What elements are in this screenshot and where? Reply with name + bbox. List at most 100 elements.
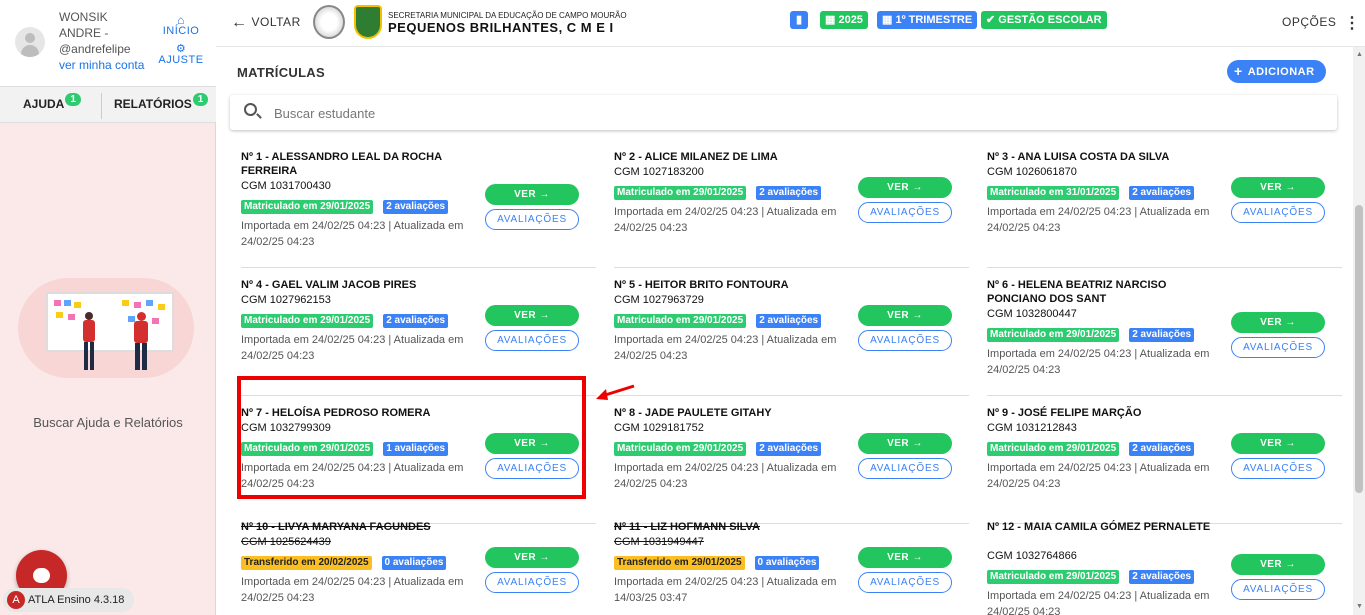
evaluations-button[interactable]: AVALIAÇÕES [858, 202, 952, 223]
management-badge[interactable]: ✔ GESTÃO ESCOLAR [981, 11, 1107, 29]
evaluations-button[interactable]: AVALIAÇÕES [1231, 579, 1325, 600]
version-badge: A ATLA Ensino 4.3.18 [3, 588, 135, 612]
evaluations-badge: 2 avaliações [383, 200, 449, 214]
term-selector[interactable]: ▦ 1º TRIMESTRE [877, 11, 978, 29]
view-button[interactable]: VER → [1231, 433, 1325, 454]
student-cgm: CGM 1032764866 [987, 550, 1077, 562]
tab-badge: 1 [65, 93, 81, 106]
view-button[interactable]: VER → [485, 184, 579, 205]
help-illustration [18, 278, 194, 396]
status-badge: Matriculado em 29/01/2025 [987, 328, 1120, 342]
status-badge: Matriculado em 31/01/2025 [987, 186, 1120, 200]
evaluations-badge: 2 avaliações [1129, 442, 1195, 456]
home-icon: ⌂ [177, 13, 185, 27]
student-card: Nº 5 - HEITOR BRITO FONTOURA CGM 10279637… [614, 278, 969, 396]
school-name: PEQUENOS BRILHANTES, C M E I [388, 20, 614, 35]
avatar[interactable] [15, 27, 45, 57]
view-button[interactable]: VER → [858, 433, 952, 454]
student-card: Nº 11 - LIZ HOFMANN SILVA CGM 1031949447 T… [614, 520, 969, 615]
settings-link[interactable]: ⚙ AJUSTE [158, 43, 204, 67]
home-link[interactable]: ⌂ INÍCIO [158, 13, 204, 37]
arrow-left-icon: ← [231, 14, 248, 31]
view-button[interactable]: VER → [858, 177, 952, 198]
student-info: Importada em 24/02/25 04:23 | Atualizada… [241, 576, 464, 604]
student-name: Nº 2 - ALICE MILANEZ DE LIMA [614, 151, 778, 163]
page-title: MATRÍCULAS [237, 65, 325, 80]
student-name: Nº 12 - MAIA CAMILA GÓMEZ PERNALETE [987, 521, 1211, 533]
evaluations-badge: 2 avaliações [1129, 328, 1195, 342]
student-cgm: CGM 1027963729 [614, 294, 704, 306]
student-cgm: CGM 1031949447 [614, 536, 704, 548]
status-badge: Matriculado em 29/01/2025 [614, 314, 747, 328]
evaluations-badge: 2 avaliações [1129, 186, 1195, 200]
student-cgm: CGM 1027962153 [241, 294, 331, 306]
scrollbar-thumb[interactable] [1355, 205, 1363, 493]
evaluations-button[interactable]: AVALIAÇÕES [485, 330, 579, 351]
student-info: Importada em 24/02/25 04:23 | Atualizada… [614, 206, 837, 234]
atla-logo-icon: A [7, 591, 25, 610]
evaluations-badge: 0 avaliações [381, 556, 447, 570]
evaluations-button[interactable]: AVALIAÇÕES [858, 458, 952, 479]
user-block: WONSIK ANDRE - @andrefelipe ver minha co… [0, 0, 216, 86]
evaluations-button[interactable]: AVALIAÇÕES [858, 572, 952, 593]
evaluations-button[interactable]: AVALIAÇÕES [485, 572, 579, 593]
student-card: Nº 2 - ALICE MILANEZ DE LIMA CGM 10271832… [614, 150, 969, 268]
chart-icon[interactable]: ▮ [790, 11, 808, 29]
evaluations-badge: 2 avaliações [756, 186, 822, 200]
view-button[interactable]: VER → [1231, 312, 1325, 333]
gear-icon: ⚙ [175, 43, 187, 55]
kebab-menu-icon[interactable]: ⋮ [1344, 13, 1360, 33]
evaluations-badge: 2 avaliações [756, 314, 822, 328]
student-name: Nº 5 - HEITOR BRITO FONTOURA [614, 279, 789, 291]
sidebar: WONSIK ANDRE - @andrefelipe ver minha co… [0, 0, 216, 615]
evaluations-button[interactable]: AVALIAÇÕES [1231, 202, 1325, 223]
plus-icon: + [1234, 63, 1243, 79]
evaluations-button[interactable]: AVALIAÇÕES [1231, 337, 1325, 358]
view-button[interactable]: VER → [1231, 554, 1325, 575]
evaluations-badge: 0 avaliações [754, 556, 820, 570]
student-info: Importada em 24/02/25 04:23 | Atualizada… [614, 576, 837, 604]
view-button[interactable]: VER → [485, 305, 579, 326]
help-text[interactable]: Buscar Ajuda e Relatórios [0, 415, 216, 430]
student-info: Importada em 24/02/25 04:23 | Atualizada… [987, 206, 1210, 234]
evaluations-button[interactable]: AVALIAÇÕES [485, 209, 579, 230]
profile-link[interactable]: ver minha conta [59, 58, 144, 72]
evaluations-badge: 2 avaliações [1129, 570, 1195, 584]
evaluations-button[interactable]: AVALIAÇÕES [1231, 458, 1325, 479]
student-cgm: CGM 1032800447 [987, 308, 1077, 320]
search-input[interactable] [274, 102, 1174, 124]
evaluations-button[interactable]: AVALIAÇÕES [858, 330, 952, 351]
evaluations-badge: 2 avaliações [383, 314, 449, 328]
view-button[interactable]: VER → [858, 547, 952, 568]
add-button[interactable]: + ADICIONAR [1227, 60, 1326, 83]
year-selector[interactable]: ▦ 2025 [820, 11, 868, 29]
tab-relatorios[interactable]: RELATÓRIOS 1 [114, 93, 209, 112]
tab-ajuda[interactable]: AJUDA 1 [23, 93, 81, 112]
student-info: Importada em 24/02/25 04:23 | Atualizada… [614, 334, 837, 362]
red-arrow-annotation [596, 384, 635, 400]
student-cgm: CGM 1027183200 [614, 166, 704, 178]
options-button[interactable]: OPÇÕES [1282, 15, 1336, 29]
back-button[interactable]: ← VOLTAR [231, 14, 301, 32]
student-cgm: CGM 1029181752 [614, 422, 704, 434]
status-badge: Matriculado em 29/01/2025 [614, 186, 747, 200]
scrollbar[interactable]: ▲ ▼ [1353, 47, 1365, 615]
student-info: Importada em 24/02/25 04:23 | Atualizada… [987, 348, 1210, 376]
view-button[interactable]: VER → [858, 305, 952, 326]
student-name: Nº 8 - JADE PAULETE GITAHY [614, 407, 772, 419]
student-card: Nº 1 - ALESSANDRO LEAL DA ROCHA FERREIRA… [241, 150, 596, 268]
city-crest [354, 5, 382, 39]
student-info: Importada em 24/02/25 04:23 | Atualizada… [987, 462, 1210, 490]
status-badge: Matriculado em 29/01/2025 [614, 442, 747, 456]
status-badge: Matriculado em 29/01/2025 [987, 570, 1120, 584]
student-info: Importada em 24/02/25 04:23 | Atualizada… [241, 220, 464, 248]
view-button[interactable]: VER → [1231, 177, 1325, 198]
view-button[interactable]: VER → [485, 547, 579, 568]
student-name: Nº 9 - JOSÉ FELIPE MARÇÃO [987, 407, 1142, 419]
student-cgm: CGM 1025624439 [241, 536, 331, 548]
topbar: ← VOLTAR SECRETARIA MUNICIPAL DA EDUCAÇÃO… [216, 0, 1365, 47]
status-badge: Transferido em 29/01/2025 [614, 556, 745, 570]
student-name: Nº 1 - ALESSANDRO LEAL DA ROCHA FERREIRA [241, 151, 442, 177]
student-cgm: CGM 1031212843 [987, 422, 1077, 434]
student-info: Importada em 24/02/25 04:23 | Atualizada… [241, 334, 464, 362]
